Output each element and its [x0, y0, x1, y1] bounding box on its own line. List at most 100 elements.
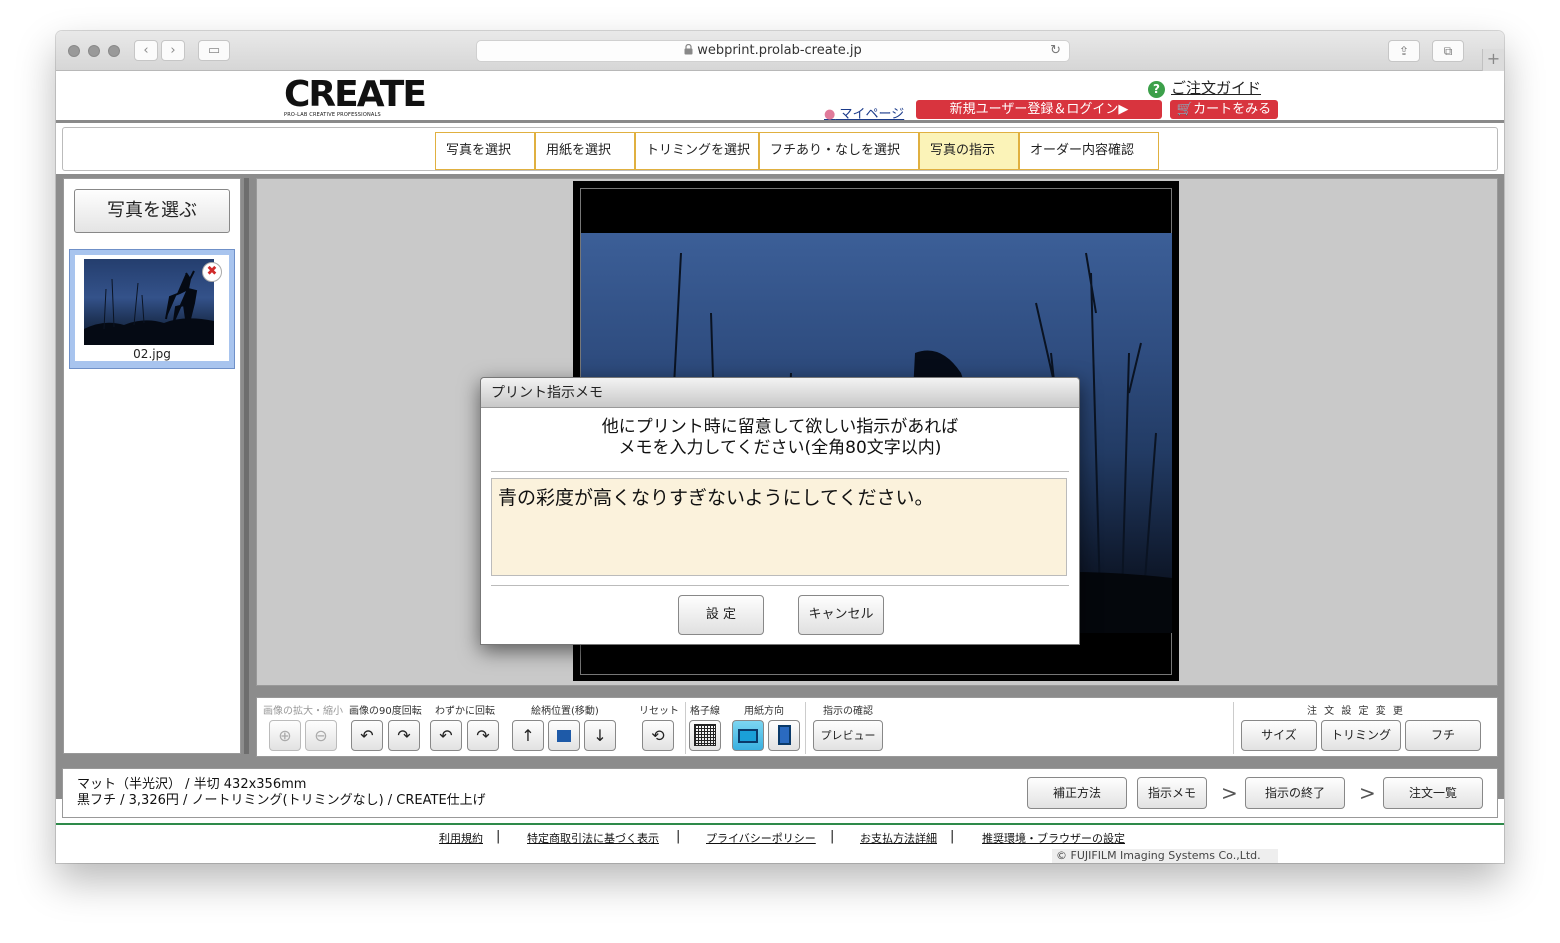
edit-toolbar: 画像の拡大・縮小 ⊕ ⊖ 画像の90度回転 ↶ ↷ わずかに回転 ↶ ↷ 絵柄位… — [256, 697, 1498, 757]
zoom-label: 画像の拡大・縮小 — [263, 706, 343, 717]
trimming-button[interactable]: トリミング — [1321, 720, 1401, 751]
browser-window: ‹ › ▭ webprint.prolab-create.jp ↻ ⇪ ⧉ + … — [56, 31, 1504, 863]
portrait-button[interactable] — [768, 720, 800, 751]
border-button[interactable]: フチ — [1405, 720, 1481, 751]
order-summary-line2: 黒フチ / 3,326円 / ノートリミング(トリミングなし) / CREATE… — [77, 793, 486, 808]
zoom-in-button[interactable]: ⊕ — [269, 720, 301, 751]
cancel-button[interactable]: キャンセル — [798, 595, 884, 635]
share-button[interactable]: ⇪ — [1388, 40, 1420, 62]
order-info-bar: マット（半光沢） / 半切 432x356mm 黒フチ / 3,326円 / ノ… — [62, 768, 1498, 818]
footer-separator: | — [830, 829, 835, 844]
dialog-title[interactable]: プリント指示メモ — [481, 378, 1079, 408]
order-summary: マット（半光沢） / 半切 432x356mm 黒フチ / 3,326円 / ノ… — [77, 777, 486, 809]
sidebar-toggle-button[interactable]: ▭ — [198, 40, 230, 61]
footer-link-terms[interactable]: 利用規約 — [439, 830, 483, 846]
rotate-ccw-icon: ↶ — [439, 726, 453, 745]
mypage-label: マイページ — [839, 107, 905, 122]
size-button[interactable]: サイズ — [1241, 720, 1317, 751]
share-icon: ⇪ — [1398, 44, 1410, 58]
toolbar-divider — [1233, 702, 1234, 754]
set-button[interactable]: 設 定 — [678, 595, 764, 635]
rotate-left-90-button[interactable]: ↶ — [351, 720, 383, 751]
arrow-down-icon: ↓ — [593, 726, 607, 745]
photo-list-panel: 写真を選ぶ 02.jpg ✖ — [63, 178, 241, 754]
order-summary-line1: マット（半光沢） / 半切 432x356mm — [77, 777, 307, 792]
next-arrow-icon: > — [1359, 781, 1376, 805]
minimize-window-button[interactable] — [88, 45, 100, 57]
page-content: CREATE PRO-LAB CREATIVE PROFESSIONALS ? ご… — [56, 71, 1504, 863]
register-login-button[interactable]: 新規ユーザー登録＆ログイン▶ — [916, 100, 1162, 119]
slight-rotate-left-button[interactable]: ↶ — [430, 720, 462, 751]
zoom-out-button[interactable]: ⊖ — [305, 720, 337, 751]
reload-icon[interactable]: ↻ — [1050, 41, 1061, 61]
chevron-left-icon: ‹ — [143, 43, 149, 58]
rotate-cw-icon: ↷ — [476, 726, 490, 745]
rotate-cw-icon: ↷ — [397, 726, 411, 745]
landscape-button[interactable] — [732, 720, 764, 751]
preview-button[interactable]: プレビュー — [813, 720, 883, 751]
center-button[interactable] — [548, 720, 580, 751]
choose-photo-button[interactable]: 写真を選ぶ — [74, 189, 230, 233]
step-select-photo: 写真を選択 — [435, 132, 535, 170]
footer-link-commerce-law[interactable]: 特定商取引法に基づく表示 — [527, 830, 659, 846]
rotate-right-90-button[interactable]: ↷ — [388, 720, 420, 751]
footer-link-environment[interactable]: 推奨環境・ブラウザーの設定 — [982, 830, 1125, 846]
finish-instructions-button[interactable]: 指示の終了 — [1245, 777, 1345, 809]
dialog-divider — [491, 585, 1069, 586]
copyright: © FUJIFILM Imaging Systems Co.,Ltd. — [1052, 849, 1278, 863]
create-logo[interactable]: CREATE PRO-LAB CREATIVE PROFESSIONALS — [284, 77, 427, 119]
new-tab-button[interactable]: + — [1482, 49, 1504, 71]
sidebar-icon: ▭ — [207, 43, 221, 58]
grid-toggle-button[interactable] — [689, 720, 721, 751]
view-cart-button[interactable]: 🛒カートをみる — [1170, 100, 1278, 119]
order-guide-label: ご注文ガイド — [1171, 79, 1262, 97]
position-label: 絵柄位置(移動) — [531, 706, 599, 717]
order-guide-link[interactable]: ? ご注文ガイド — [1148, 77, 1261, 98]
remove-photo-button[interactable]: ✖ — [202, 262, 222, 282]
footer-link-privacy[interactable]: プライバシーポリシー — [706, 830, 816, 846]
zoom-in-icon: ⊕ — [278, 726, 292, 745]
center-square-icon — [557, 730, 571, 742]
slight-rotate-right-button[interactable]: ↷ — [467, 720, 499, 751]
instruction-memo-button[interactable]: 指示メモ — [1137, 777, 1207, 809]
dialog-message-line2: メモを入力してください(全角80文字以内) — [618, 438, 942, 458]
portrait-icon — [777, 725, 791, 745]
zoom-window-button[interactable] — [108, 45, 120, 57]
user-icon: ● — [824, 107, 836, 122]
move-up-button[interactable]: ↑ — [512, 720, 544, 751]
photo-thumbnail-card[interactable]: 02.jpg ✖ — [69, 249, 235, 369]
address-bar[interactable]: webprint.prolab-create.jp ↻ — [476, 40, 1070, 62]
reset-icon: ⟲ — [651, 726, 665, 745]
footer-separator: | — [496, 829, 501, 844]
back-button[interactable]: ‹ — [134, 40, 158, 61]
footer-link-payment[interactable]: お支払方法詳細 — [860, 830, 937, 846]
order-list-button[interactable]: 注文一覧 — [1383, 777, 1483, 809]
cart-icon: 🛒 — [1176, 102, 1194, 117]
memo-textarea[interactable]: 青の彩度が高くなりすぎないようにしてください。 — [491, 478, 1067, 576]
confirm-label: 指示の確認 — [823, 706, 873, 717]
move-down-button[interactable]: ↓ — [584, 720, 616, 751]
step-select-paper: 用紙を選択 — [535, 132, 635, 170]
step-photo-instructions: 写真の指示 — [919, 132, 1019, 170]
print-memo-dialog: プリント指示メモ 他にプリント時に留意して欲しい指示があれば メモを入力してくだ… — [480, 377, 1080, 645]
grid-label: 格子線 — [690, 706, 720, 717]
dialog-message-line1: 他にプリント時に留意して欲しい指示があれば — [601, 417, 959, 437]
close-window-button[interactable] — [68, 45, 80, 57]
landscape-icon — [738, 729, 758, 743]
toolbar-divider — [805, 702, 806, 754]
mypage-link[interactable]: ● マイページ — [824, 103, 904, 122]
reset-button[interactable]: ⟲ — [642, 720, 674, 751]
correction-method-button[interactable]: 補正方法 — [1027, 777, 1127, 809]
zoom-out-icon: ⊖ — [314, 726, 328, 745]
tabs-overview-button[interactable]: ⧉ — [1432, 40, 1464, 62]
forward-button[interactable]: › — [161, 40, 185, 61]
browser-titlebar: ‹ › ▭ webprint.prolab-create.jp ↻ ⇪ ⧉ + — [56, 31, 1504, 71]
reset-label: リセット — [639, 706, 679, 717]
arrow-up-icon: ↑ — [521, 726, 535, 745]
site-footer: 利用規約 | 特定商取引法に基づく表示 | プライバシーポリシー | お支払方法… — [56, 825, 1504, 863]
step-select-trimming: トリミングを選択 — [635, 132, 759, 170]
panel-divider[interactable] — [244, 178, 249, 754]
site-header: CREATE PRO-LAB CREATIVE PROFESSIONALS ? ご… — [56, 71, 1504, 123]
footer-separator: | — [676, 829, 681, 844]
photo-thumbnail-image — [84, 259, 214, 345]
